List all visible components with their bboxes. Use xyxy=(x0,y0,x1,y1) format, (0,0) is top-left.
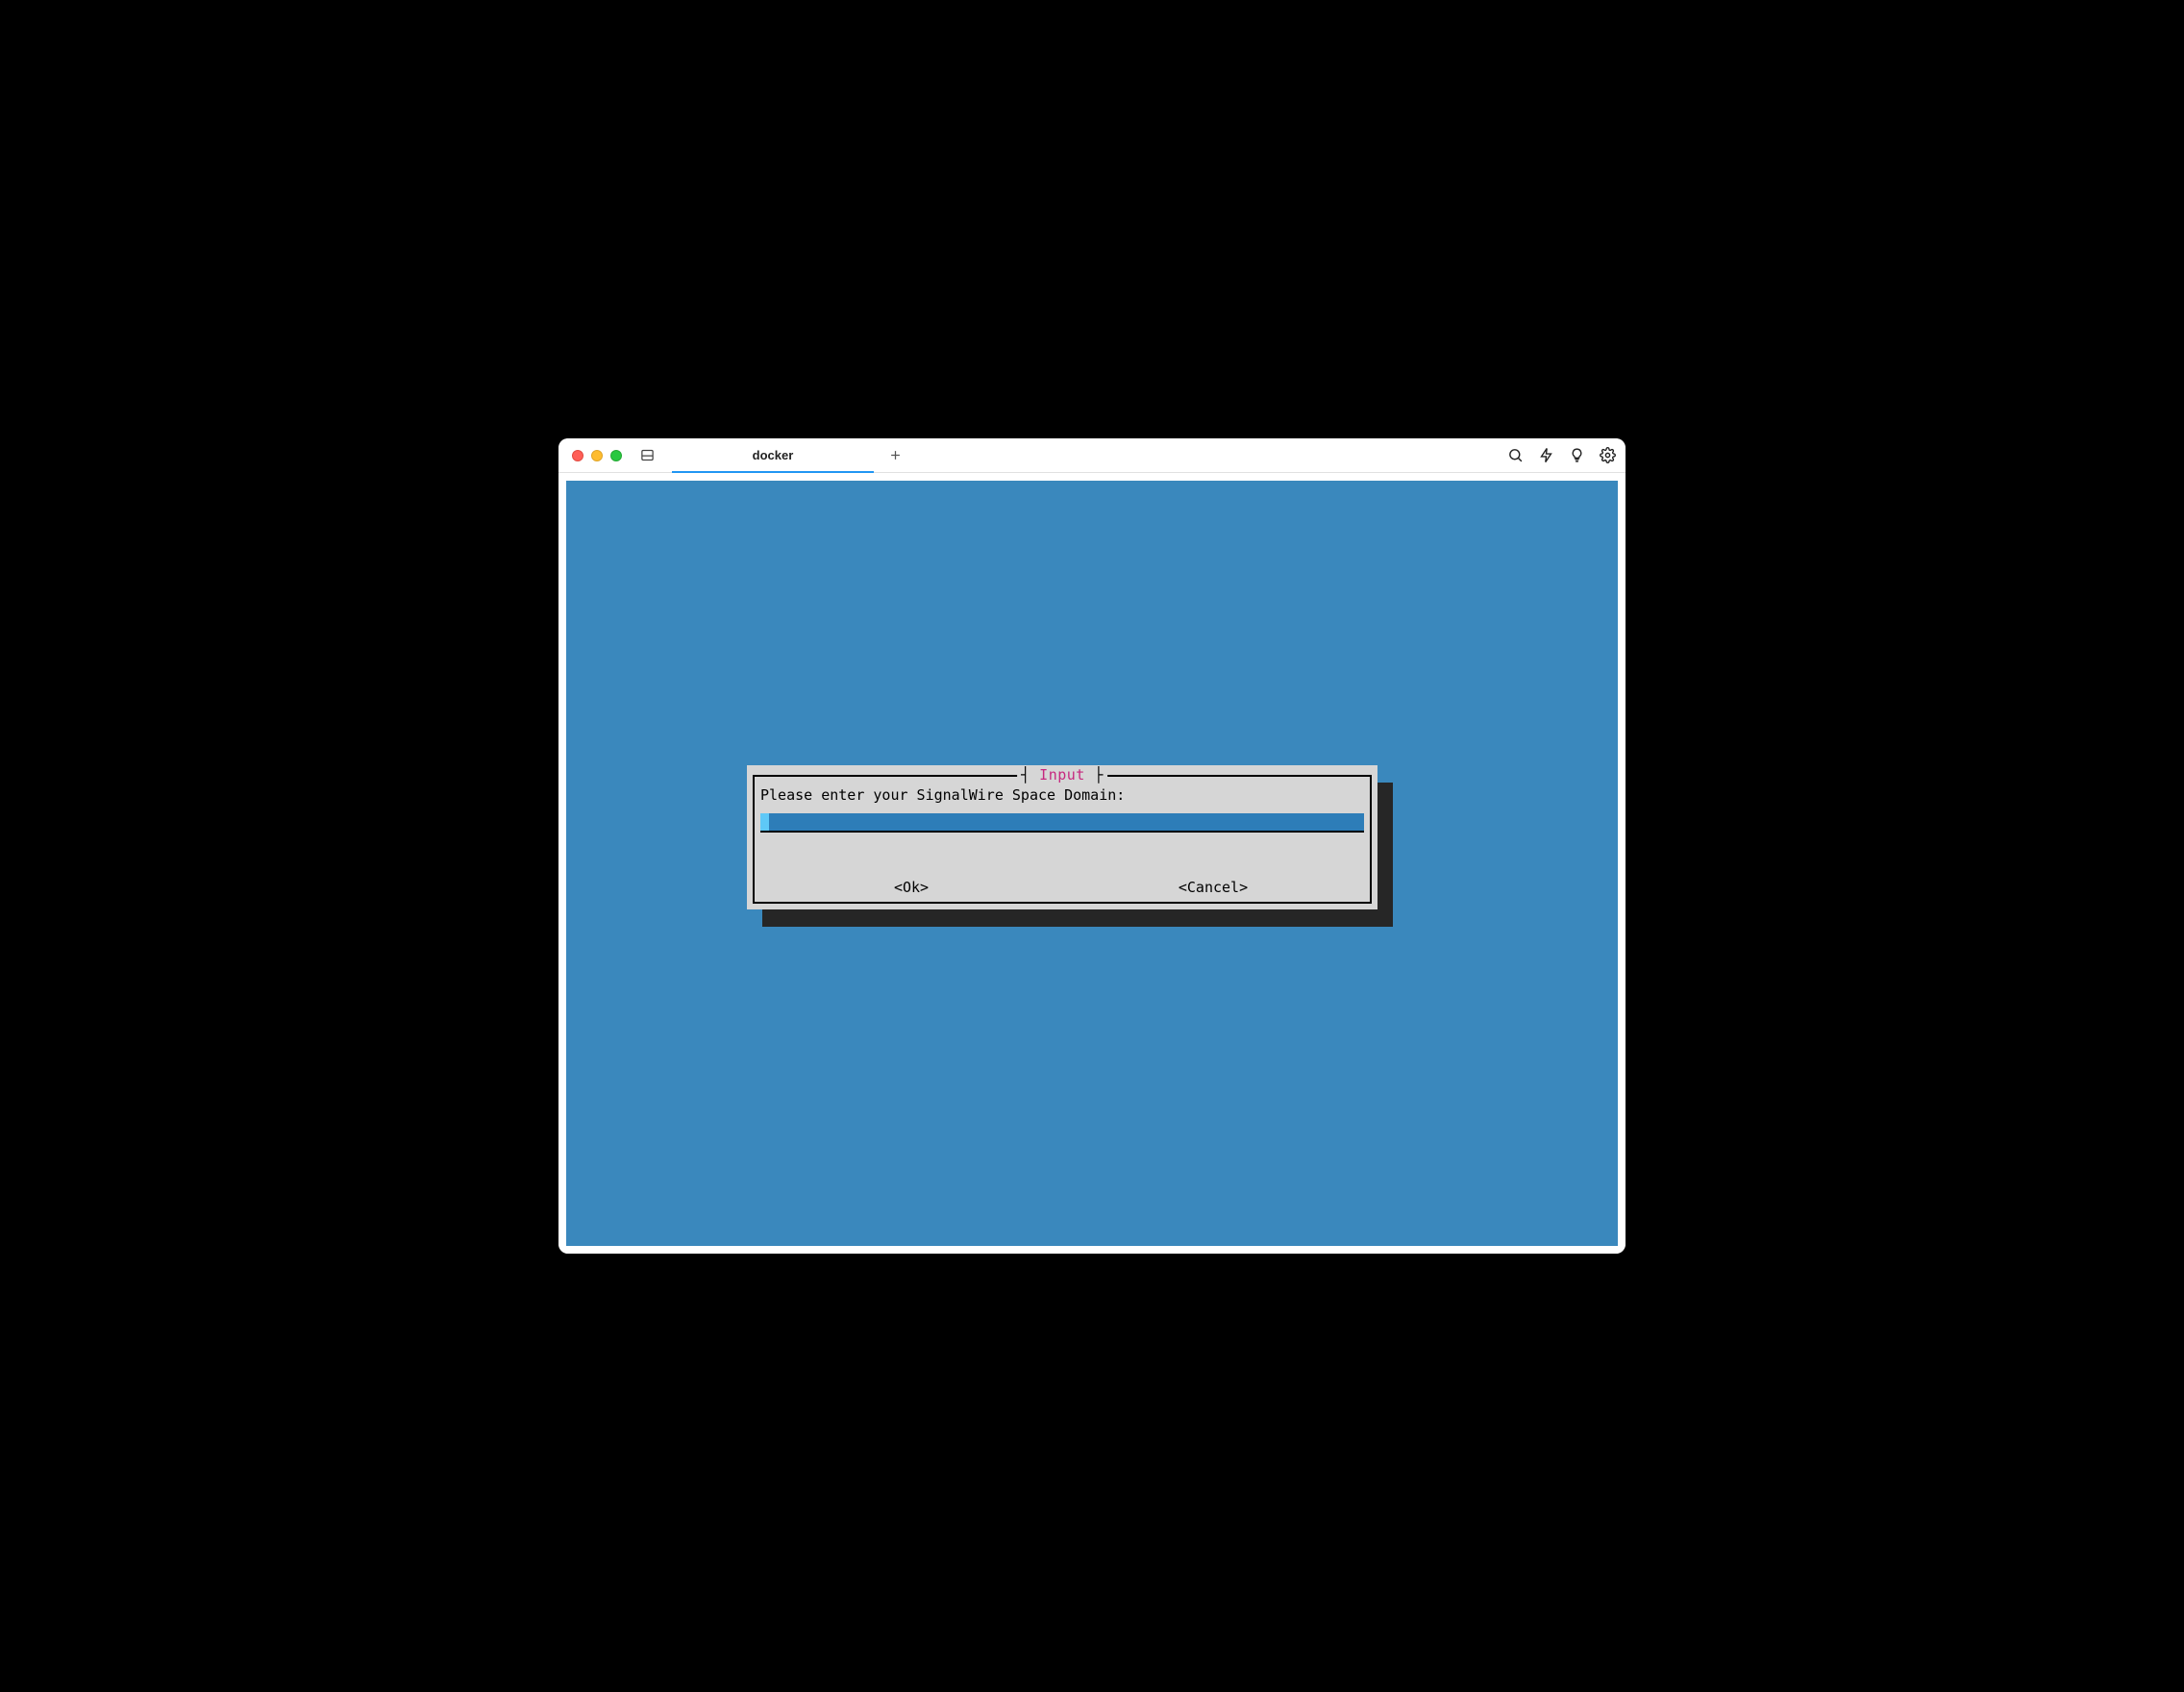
dialog-prompt: Please enter your SignalWire Space Domai… xyxy=(760,786,1364,804)
new-tab-button[interactable] xyxy=(881,442,908,469)
search-icon[interactable] xyxy=(1506,447,1524,464)
domain-input[interactable] xyxy=(760,813,1364,832)
tab-title: docker xyxy=(753,448,794,462)
ok-button[interactable]: <Ok> xyxy=(760,879,1062,896)
dialog-title: Input xyxy=(1017,766,1107,784)
input-dialog: Input Please enter your SignalWire Space… xyxy=(747,765,1377,909)
panel-toggle-icon[interactable] xyxy=(639,448,655,463)
close-window-button[interactable] xyxy=(572,450,583,461)
terminal-area: Input Please enter your SignalWire Space… xyxy=(558,473,1626,1254)
titlebar: docker xyxy=(558,438,1626,473)
lightbulb-icon[interactable] xyxy=(1568,447,1585,464)
tab-docker[interactable]: docker xyxy=(672,438,874,472)
window-controls xyxy=(572,450,622,461)
settings-icon[interactable] xyxy=(1599,447,1616,464)
terminal-screen[interactable]: Input Please enter your SignalWire Space… xyxy=(566,481,1618,1246)
cancel-button[interactable]: <Cancel> xyxy=(1062,879,1364,896)
minimize-window-button[interactable] xyxy=(591,450,603,461)
input-underline xyxy=(760,831,1364,833)
text-cursor xyxy=(760,813,769,832)
bolt-icon[interactable] xyxy=(1537,447,1554,464)
terminal-window: docker xyxy=(558,438,1626,1254)
titlebar-actions xyxy=(1506,447,1616,464)
zoom-window-button[interactable] xyxy=(610,450,622,461)
dialog-buttons: <Ok> <Cancel> xyxy=(760,879,1364,896)
dialog-body: Please enter your SignalWire Space Domai… xyxy=(760,786,1364,834)
